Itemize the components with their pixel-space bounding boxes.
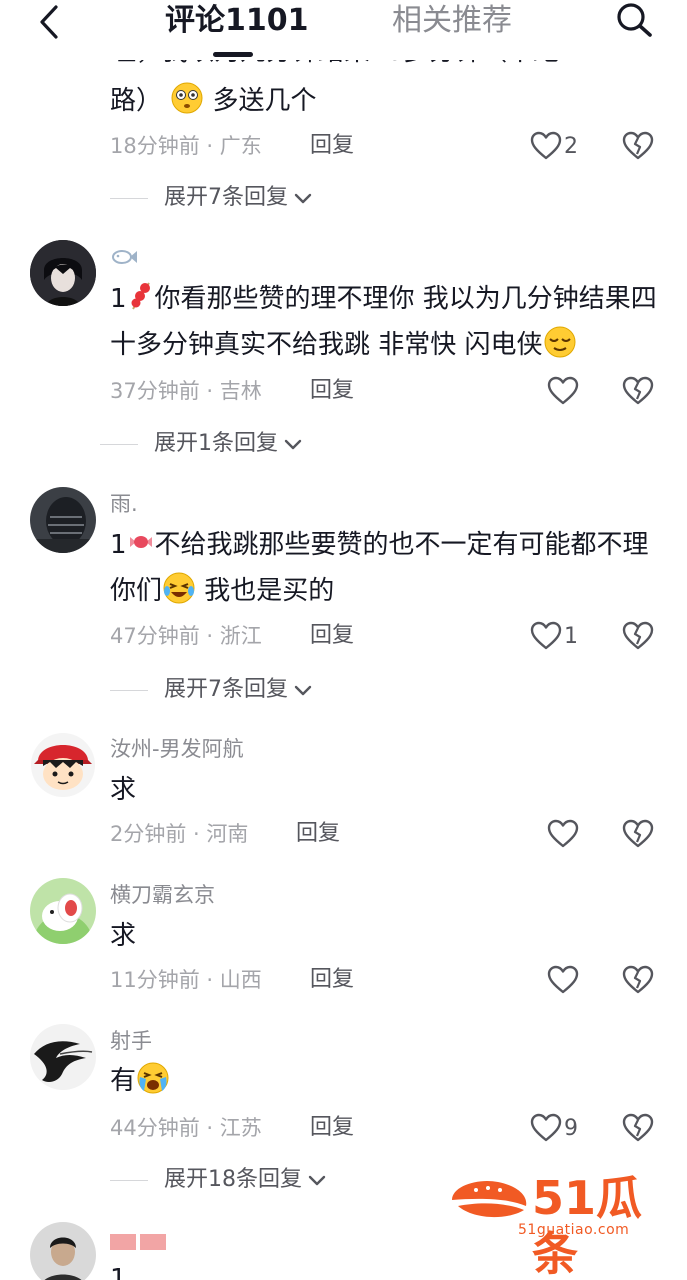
comment-time-region: 47分钟前 · 浙江 xyxy=(110,624,262,648)
dislike-icon[interactable] xyxy=(622,375,654,407)
expand-label: 展开1条回复 xyxy=(154,431,278,456)
top-bar: 评论1101 相关推荐 xyxy=(0,0,687,60)
comment-time-region: 44分钟前 · 江苏 xyxy=(110,1116,262,1140)
reply-button[interactable]: 回复 xyxy=(296,820,340,848)
expand-label: 展开7条回复 xyxy=(164,677,288,702)
candied-haws-icon xyxy=(131,282,150,310)
reply-button[interactable]: 回复 xyxy=(310,622,354,650)
comment-time-region: 11分钟前 · 山西 xyxy=(110,968,262,992)
expand-divider xyxy=(110,689,148,691)
comment-username[interactable]: 汝州-男发阿航 xyxy=(110,735,244,763)
laughing-tears-emoji-icon xyxy=(163,572,195,604)
dislike-icon[interactable] xyxy=(622,620,654,652)
avatar[interactable] xyxy=(30,732,96,798)
reply-button[interactable]: 回复 xyxy=(310,966,354,994)
comment-username[interactable]: 横刀霸玄京 xyxy=(110,881,215,909)
like-count: 9 xyxy=(564,1115,578,1141)
dislike-icon[interactable] xyxy=(622,964,654,996)
reply-button[interactable]: 回复 xyxy=(310,1114,354,1142)
avatar[interactable] xyxy=(30,487,96,553)
candy-icon xyxy=(129,536,152,548)
active-tab-indicator xyxy=(213,52,253,57)
expand-replies-button[interactable]: 展开7条回复 xyxy=(110,184,314,212)
heart-icon[interactable] xyxy=(547,375,579,407)
watermelon-logo-icon xyxy=(452,1180,527,1218)
comment-text: 有 xyxy=(110,1058,660,1104)
dislike-icon[interactable] xyxy=(622,130,654,162)
search-icon[interactable] xyxy=(612,0,656,40)
chevron-down-icon xyxy=(294,193,312,204)
avatar[interactable] xyxy=(30,878,96,944)
expand-replies-button[interactable]: 展开1条回复 xyxy=(100,430,304,458)
expand-divider xyxy=(110,1179,148,1181)
comment-text: 1 不给我跳那些要赞的也不一定有可能都不理你们 我也是买的 xyxy=(110,522,660,614)
comment-time-region: 2分钟前 · 河南 xyxy=(110,822,249,846)
reply-button[interactable]: 回复 xyxy=(310,377,354,405)
dislike-icon[interactable] xyxy=(622,818,654,850)
dislike-icon[interactable] xyxy=(622,1112,654,1144)
like-button[interactable]: 2 xyxy=(530,130,578,162)
comment-text: 求 xyxy=(110,775,137,805)
expand-divider xyxy=(100,443,138,445)
flag-badge-icon xyxy=(110,1234,166,1250)
heart-icon xyxy=(530,131,562,160)
watermark-url: 51guatiao.com xyxy=(518,1222,630,1238)
tab-comments[interactable]: 评论1101 xyxy=(165,2,309,40)
like-count: 1 xyxy=(564,623,578,649)
back-icon[interactable] xyxy=(34,4,66,40)
comment-time-region: 18分钟前 · 广东 xyxy=(110,134,262,158)
chevron-down-icon xyxy=(284,439,302,450)
heart-icon xyxy=(530,621,562,650)
comment-time-region: 37分钟前 · 吉林 xyxy=(110,379,262,403)
expand-replies-button[interactable]: 展开18条回复 xyxy=(110,1166,328,1194)
fish-badge-icon xyxy=(112,250,137,264)
avatar[interactable] xyxy=(30,240,96,306)
smug-emoji-icon xyxy=(544,326,576,358)
tab-related[interactable]: 相关推荐 xyxy=(392,2,512,40)
flushed-emoji-icon xyxy=(171,82,203,114)
heart-icon[interactable] xyxy=(547,964,579,996)
expand-label: 展开7条回复 xyxy=(164,185,288,210)
chevron-down-icon xyxy=(308,1175,326,1186)
like-button[interactable]: 1 xyxy=(530,620,578,652)
site-watermark: 51瓜条 51guatiao.com xyxy=(448,1170,668,1280)
chevron-down-icon xyxy=(294,685,312,696)
comment-text: 1 你看那些赞的理不理你 我以为几分钟结果四十多分钟真实不给我跳 非常快 闪电侠 xyxy=(110,276,660,368)
reply-button[interactable]: 回复 xyxy=(310,132,354,160)
comment-username[interactable]: 射手 xyxy=(110,1027,152,1055)
expand-label: 展开18条回复 xyxy=(164,1167,302,1192)
avatar[interactable] xyxy=(30,1024,96,1090)
heart-icon xyxy=(530,1113,562,1142)
expand-replies-button[interactable]: 展开7条回复 xyxy=(110,676,314,704)
like-button[interactable]: 9 xyxy=(530,1112,578,1144)
crying-emoji-icon xyxy=(137,1062,169,1094)
comment-username[interactable]: 雨. xyxy=(110,490,138,518)
expand-divider xyxy=(110,197,148,199)
partial-comment-text-line2: 路） 多送几个 xyxy=(110,78,660,124)
avatar[interactable] xyxy=(30,1222,96,1280)
like-count: 2 xyxy=(564,133,578,159)
comment-text: 求 xyxy=(110,921,137,951)
heart-icon[interactable] xyxy=(547,818,579,850)
